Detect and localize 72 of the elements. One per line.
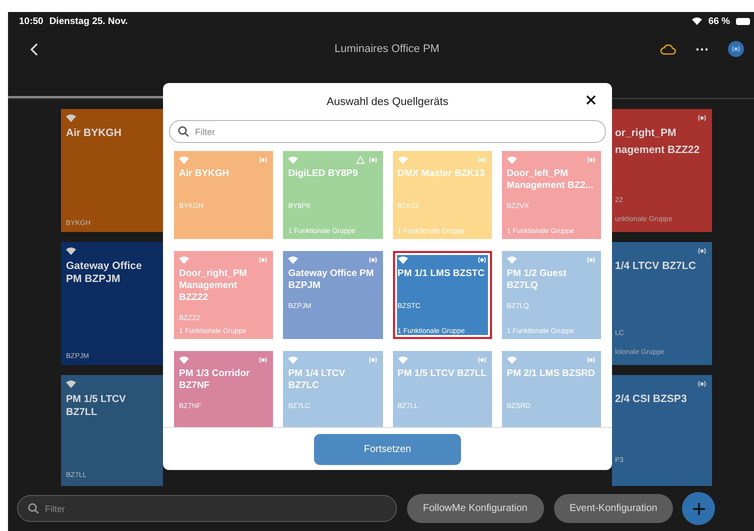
tile-title: Air BYKGH bbox=[179, 168, 230, 181]
tile-title: DMX Master BZK13 bbox=[398, 168, 486, 181]
signal-icon bbox=[258, 156, 268, 164]
wifi-icon bbox=[179, 156, 189, 164]
tile-title: PM 1/4 LTCV BZ7LC bbox=[288, 368, 346, 392]
triangle-icon bbox=[356, 156, 364, 164]
signal-icon bbox=[368, 356, 378, 364]
tile-title: Door_right_PM Management BZZ22 bbox=[179, 268, 248, 304]
tile-title: DigiLED BY8P9 bbox=[288, 168, 359, 181]
search-icon bbox=[28, 503, 39, 514]
signal-icon bbox=[476, 256, 487, 264]
signal-icon bbox=[368, 256, 378, 264]
wifi-icon bbox=[179, 356, 189, 364]
continue-button[interactable]: Fortsetzen bbox=[314, 434, 461, 464]
wifi-icon bbox=[288, 156, 298, 164]
wifi-icon bbox=[506, 156, 517, 164]
battery-percent: 66 % bbox=[708, 16, 730, 26]
date-label: Dienstag 25. Nov. bbox=[49, 16, 128, 26]
signal-icon bbox=[697, 114, 707, 122]
wifi-icon bbox=[692, 17, 702, 25]
tile-title: Door_left_PM Management BZ2... bbox=[506, 168, 594, 192]
card-title: 1/4 LTCV BZ7LC bbox=[615, 260, 697, 273]
wifi-icon bbox=[66, 247, 76, 255]
tile-title: PM 1/1 LMS BZSTC bbox=[398, 268, 486, 281]
wifi-icon bbox=[288, 356, 298, 364]
config-button[interactable]: Event-Konfiguration bbox=[554, 494, 674, 523]
tile-title: PM 1/2 Guest BZ7LQ bbox=[506, 268, 568, 292]
wifi-icon bbox=[398, 356, 408, 364]
tile-title: PM 2/1 LMS BZSRD bbox=[506, 368, 596, 381]
card-title: Gateway Office PM BZPJM bbox=[66, 260, 143, 286]
search-icon bbox=[178, 126, 189, 137]
filter-field[interactable]: Filter bbox=[17, 495, 397, 522]
tile-title: PM 1/3 Corridor BZ7NF bbox=[179, 368, 251, 392]
tile-title: Gateway Office PM BZPJM bbox=[288, 268, 375, 292]
signal-icon bbox=[476, 356, 487, 364]
wifi-icon bbox=[398, 256, 408, 264]
signal-icon bbox=[697, 380, 707, 388]
wifi-icon bbox=[179, 256, 189, 264]
wifi-icon bbox=[506, 256, 517, 264]
back-icon[interactable] bbox=[30, 42, 38, 56]
cloud-icon[interactable] bbox=[660, 44, 676, 54]
close-button[interactable] bbox=[584, 93, 598, 107]
time-label: 10:50 bbox=[19, 16, 44, 26]
card-title: nagement BZZ22 bbox=[615, 144, 701, 157]
filter-field[interactable]: Filter bbox=[169, 120, 606, 143]
wifi-icon bbox=[398, 156, 408, 164]
more-icon[interactable] bbox=[696, 48, 708, 50]
signal-icon bbox=[586, 156, 596, 164]
wifi-icon bbox=[66, 380, 76, 388]
wifi-icon bbox=[66, 114, 76, 122]
wifi-icon bbox=[288, 256, 298, 264]
plus-icon bbox=[692, 502, 706, 516]
signal-icon bbox=[258, 256, 268, 264]
card-title: 2/4 CSI BZSP3 bbox=[615, 393, 688, 406]
signal-icon bbox=[586, 356, 596, 364]
battery-icon bbox=[736, 18, 750, 24]
signal-icon bbox=[476, 156, 487, 164]
add-button[interactable] bbox=[682, 492, 716, 525]
tile-title: PM 1/5 LTCV BZ7LL bbox=[398, 368, 487, 381]
signal-icon bbox=[697, 247, 707, 255]
signal-icon bbox=[586, 256, 596, 264]
card-title: or_right_PM bbox=[615, 127, 678, 140]
card-title: Air BYKGH bbox=[66, 127, 122, 140]
wifi-icon bbox=[506, 356, 517, 364]
signal-icon bbox=[258, 356, 268, 364]
card-title: PM 1/5 LTCV BZ7LL bbox=[66, 393, 127, 419]
dialog-title: Auswahl des Quellgeräts bbox=[326, 96, 448, 108]
config-button[interactable]: FollowMe Konfiguration bbox=[407, 494, 544, 523]
signal-icon bbox=[731, 45, 741, 53]
broadcast-button[interactable] bbox=[728, 41, 744, 57]
signal-icon bbox=[368, 156, 378, 164]
screen-title: Luminaires Office PM bbox=[334, 43, 440, 55]
